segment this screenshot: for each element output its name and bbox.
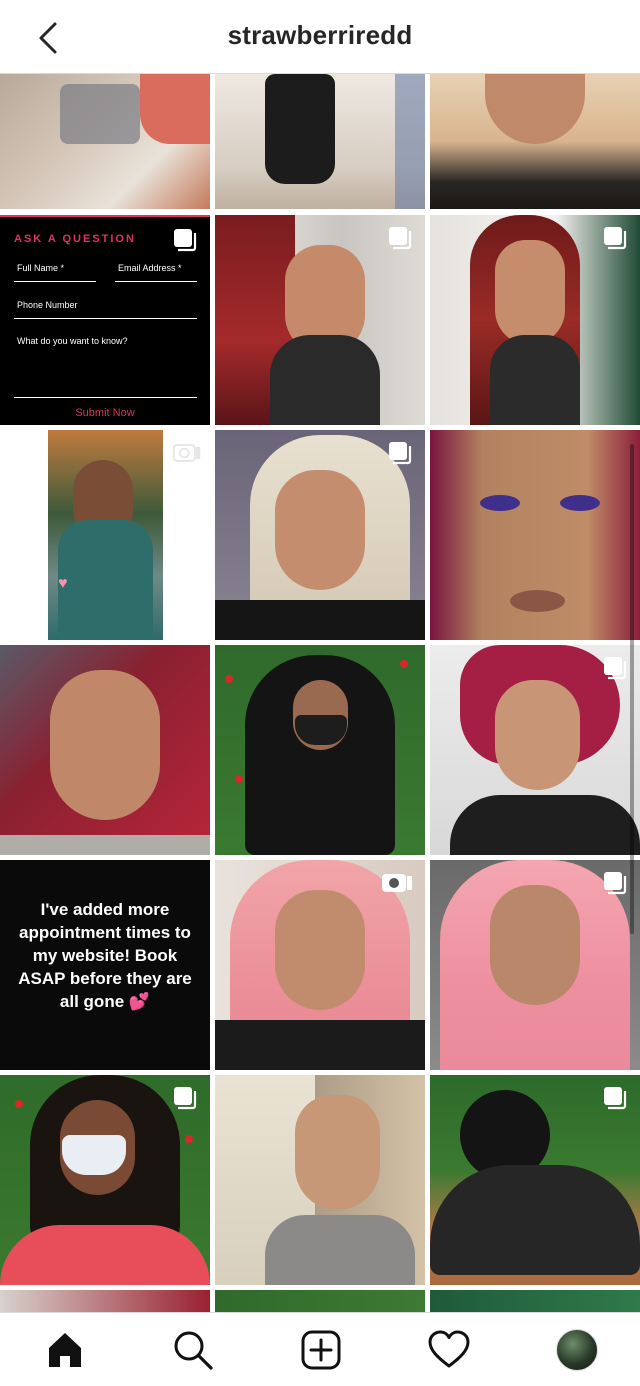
tab-search[interactable] xyxy=(168,1325,218,1375)
hearts-emoji-icon: 💕 xyxy=(128,992,151,1011)
video-camera-icon xyxy=(172,440,202,466)
divider xyxy=(14,318,197,319)
post-tile[interactable] xyxy=(0,74,210,209)
full-name-label: Full Name * xyxy=(17,263,65,273)
post-tile[interactable] xyxy=(0,645,210,855)
post-tile[interactable] xyxy=(215,215,425,425)
post-tile[interactable] xyxy=(430,1075,640,1285)
post-tile[interactable] xyxy=(215,74,425,209)
post-tile[interactable] xyxy=(430,1290,640,1312)
home-icon xyxy=(49,1333,81,1367)
post-tile[interactable] xyxy=(430,74,640,209)
post-tile[interactable] xyxy=(0,1075,210,1285)
post-tile[interactable]: ♥ xyxy=(0,430,210,640)
email-label: Email Address * xyxy=(118,263,182,273)
scrollbar[interactable] xyxy=(630,444,634,934)
tab-home[interactable] xyxy=(40,1325,90,1375)
phone-label: Phone Number xyxy=(17,300,78,310)
divider xyxy=(115,281,197,282)
carousel-icon xyxy=(385,225,415,251)
post-tile[interactable] xyxy=(215,645,425,855)
heart-icon xyxy=(428,1330,470,1368)
tab-new-post[interactable] xyxy=(296,1325,346,1375)
video-camera-icon xyxy=(379,870,415,896)
carousel-icon xyxy=(600,1085,630,1111)
post-tile-announcement[interactable]: I've added more appointment times to my … xyxy=(0,860,210,1070)
divider xyxy=(14,397,197,398)
carousel-icon xyxy=(170,227,200,253)
post-tile[interactable] xyxy=(0,1290,210,1312)
new-post-icon xyxy=(301,1330,341,1370)
post-tile-ask-question[interactable]: ASK A QUESTION Full Name * Email Address… xyxy=(0,215,210,425)
post-tile[interactable] xyxy=(215,1075,425,1285)
tab-activity[interactable] xyxy=(424,1325,474,1375)
divider xyxy=(14,281,96,282)
bottom-tab-bar xyxy=(0,1312,640,1386)
question-label: What do you want to know? xyxy=(17,336,128,346)
tab-profile[interactable] xyxy=(552,1325,602,1375)
post-tile[interactable] xyxy=(215,430,425,640)
post-tile[interactable] xyxy=(215,1290,425,1312)
carousel-icon xyxy=(600,225,630,251)
post-tile[interactable] xyxy=(430,215,640,425)
carousel-icon xyxy=(170,1085,200,1111)
post-tile[interactable] xyxy=(215,860,425,1070)
profile-header: strawberriredd xyxy=(0,0,640,74)
carousel-icon xyxy=(600,655,630,681)
search-icon xyxy=(174,1331,213,1370)
post-grid: ASK A QUESTION Full Name * Email Address… xyxy=(0,74,640,1312)
post-tile[interactable] xyxy=(430,860,640,1070)
announcement-text: I've added more appointment times to my … xyxy=(18,900,192,1011)
carousel-icon xyxy=(385,440,415,466)
carousel-icon xyxy=(600,870,630,896)
form-title: ASK A QUESTION xyxy=(14,233,136,245)
post-tile[interactable] xyxy=(430,430,640,640)
profile-avatar xyxy=(556,1329,598,1371)
post-tile[interactable] xyxy=(430,645,640,855)
submit-label: Submit Now xyxy=(75,407,135,419)
profile-username: strawberriredd xyxy=(227,20,413,50)
